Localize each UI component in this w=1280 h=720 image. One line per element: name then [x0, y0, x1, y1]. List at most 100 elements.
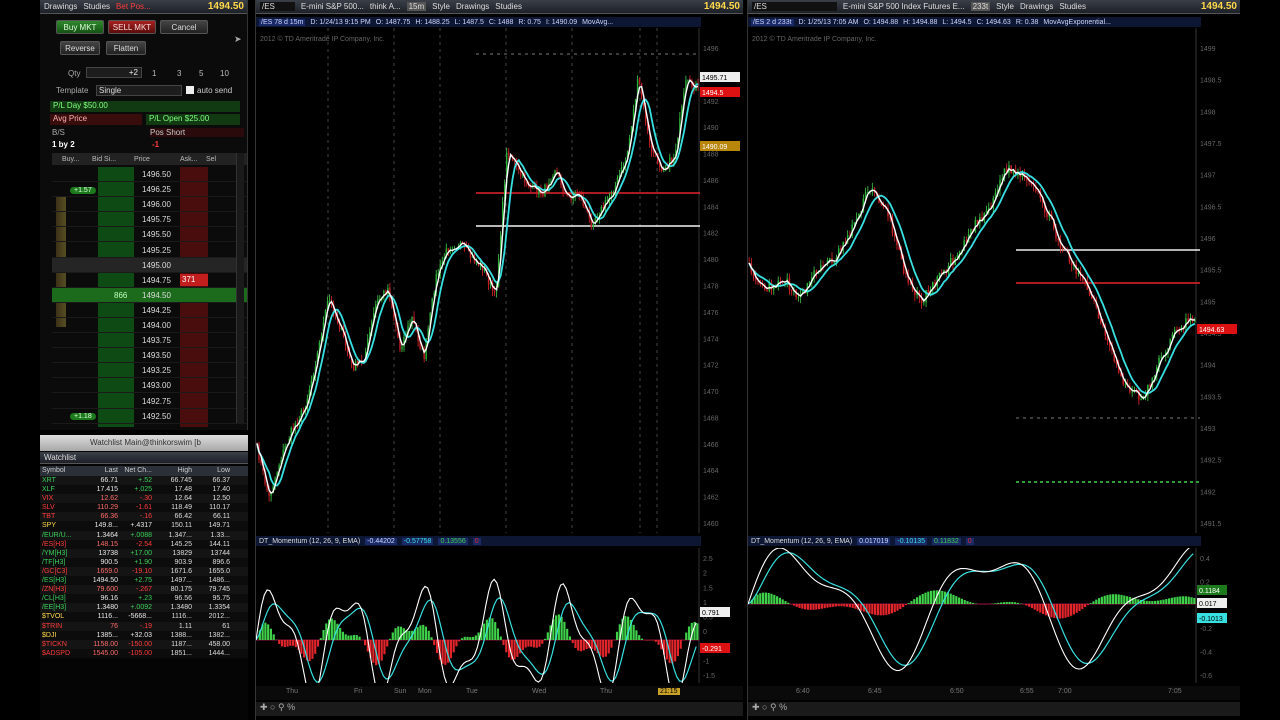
- auto-send-checkbox[interactable]: [186, 86, 194, 94]
- chart2-price-plot[interactable]: 1499 1498.5 1498 1497.5 1497 1496.5 1496 1495.5…: [748, 28, 1240, 533]
- histogram-bar: [1170, 597, 1173, 604]
- watchlist-row[interactable]: SPY 149.8... +.4317 150.11 149.71: [40, 521, 248, 531]
- ladder-row[interactable]: 1495.50: [52, 227, 247, 243]
- candle-body: [833, 262, 836, 264]
- study-axis-label: 0: [703, 629, 707, 636]
- ladder-row[interactable]: 1495.75: [52, 212, 247, 228]
- chart1-price-plot[interactable]: 1496149414921490148814861484148214801478…: [256, 28, 743, 533]
- chart1-momentum-plot[interactable]: 2.521.510.50-0.5-1-1.50.791-0.291: [256, 548, 743, 683]
- watchlist-row[interactable]: /ES[H3] 148.15 -2.54 145.25 144.11: [40, 539, 248, 549]
- watchlist-tab[interactable]: Watchlist: [44, 453, 76, 462]
- header-last[interactable]: Last: [84, 466, 118, 476]
- histogram-bar: [632, 624, 635, 640]
- qty-preset-3[interactable]: 3: [177, 69, 181, 78]
- header-net-change[interactable]: Net Ch...: [118, 466, 152, 476]
- ladder-row[interactable]: 1495.25: [52, 243, 247, 258]
- ladder-row[interactable]: 1494.50 866: [52, 287, 247, 303]
- chart2-aggregation[interactable]: 233t: [970, 2, 991, 11]
- header-symbol[interactable]: Symbol: [40, 466, 84, 476]
- chart2-studies-menu[interactable]: Studies: [1059, 2, 1086, 11]
- chart2-bottom-controls[interactable]: ✚ ○ ⚲ %: [748, 702, 1240, 716]
- watchlist-last: 1.3464: [96, 531, 118, 539]
- watchlist-row[interactable]: /ZN[H3] 79.600 -.267 80.175 79.745: [40, 585, 248, 595]
- histogram-bar: [1156, 600, 1159, 604]
- price-axis-label: 1490: [703, 125, 719, 132]
- chart1-symbol[interactable]: /ES: [260, 2, 295, 11]
- ladder-price: 1496.50: [142, 170, 171, 179]
- ladder-row[interactable]: 1494.25: [52, 303, 247, 318]
- watchlist-row[interactable]: $TRIN 76 -.19 1.11 61: [40, 621, 248, 631]
- histogram-bar: [330, 618, 333, 640]
- qty-preset-10[interactable]: 10: [220, 69, 229, 78]
- template-label: Template: [56, 86, 89, 95]
- header-low[interactable]: Low: [192, 466, 230, 476]
- qty-preset-5[interactable]: 5: [199, 69, 203, 78]
- chart1-aggregation[interactable]: 15m: [406, 2, 427, 11]
- histogram-bar: [1067, 604, 1070, 617]
- watchlist-row[interactable]: $ADSPD 1545.00 -105.00 1851... 1444...: [40, 648, 248, 658]
- ladder-row[interactable]: 1495.00: [52, 257, 247, 273]
- watchlist-row[interactable]: /YM[H3] 13738 +17.00 13829 13744: [40, 548, 248, 558]
- ladder-row[interactable]: 1493.00: [52, 378, 247, 394]
- watchlist-row[interactable]: TBT 66.36 -.16 66.42 66.11: [40, 512, 248, 522]
- chart1-style-menu[interactable]: Style: [432, 2, 450, 11]
- chart1-studies-menu[interactable]: Studies: [495, 2, 522, 11]
- template-select[interactable]: Single: [96, 85, 182, 96]
- studies-menu[interactable]: Studies: [83, 2, 110, 11]
- watchlist-row[interactable]: $DJI 1385... +32.03 1388... 1382...: [40, 630, 248, 640]
- order-tag-buy-top[interactable]: +1.57: [70, 187, 96, 194]
- watchlist-row[interactable]: VIX 12.62 -.30 12.64 12.50: [40, 494, 248, 504]
- last-price: 1494.50: [207, 1, 244, 12]
- chart1-think[interactable]: think A...: [370, 2, 401, 11]
- price-axis-label: 1480: [703, 257, 719, 264]
- chart2-momentum-plot[interactable]: 0.40.20-0.2-0.4-0.60.11840.017-0.1013: [748, 548, 1240, 683]
- watchlist-low: 144.11: [209, 540, 230, 548]
- header-high[interactable]: High: [152, 466, 192, 476]
- flatten-button[interactable]: Flatten: [106, 41, 146, 55]
- ladder-row[interactable]: 1492.75: [52, 394, 247, 409]
- chart1-tab[interactable]: E-mini S&P 500...: [301, 2, 364, 11]
- ladder-scrollbar[interactable]: [236, 153, 244, 423]
- watchlist-row[interactable]: /GC[C3] 1659.0 -19.10 1671.6 1655.0: [40, 566, 248, 577]
- ladder-row[interactable]: 1493.75: [52, 333, 247, 349]
- candle-body: [652, 151, 655, 154]
- chart1-bottom-controls[interactable]: ✚ ○ ⚲ %: [256, 702, 743, 716]
- watchlist-row[interactable]: /CL[H3] 96.16 +.23 96.56 95.75: [40, 594, 248, 604]
- watchlist-row[interactable]: /EE[H3] 1.3480 +.0092 1.3480 1.3354: [40, 603, 248, 613]
- ladder-row[interactable]: 1493.25: [52, 363, 247, 379]
- histogram-bar: [762, 592, 765, 604]
- chart2-style-menu[interactable]: Style: [996, 2, 1014, 11]
- time-axis-label: 6:40: [796, 688, 810, 695]
- chart2-tab[interactable]: E-mini S&P 500 Index Futures E...: [843, 2, 965, 11]
- ladder-row[interactable]: 1496.50: [52, 167, 247, 182]
- watchlist-row[interactable]: XLF 17.415 +.025 17.48 17.40: [40, 485, 248, 495]
- watchlist-row[interactable]: /ES[H3] 1494.50 +2.75 1497... 1486...: [40, 576, 248, 586]
- ladder-row[interactable]: 1496.00: [52, 197, 247, 213]
- qty-preset-1[interactable]: 1: [152, 69, 156, 78]
- reverse-button[interactable]: Reverse: [60, 41, 100, 55]
- pin-icon[interactable]: ➤: [234, 34, 242, 45]
- watchlist-row[interactable]: SLV 110.29 -1.61 118.49 110.17: [40, 503, 248, 513]
- histogram-bar: [316, 640, 320, 647]
- ladder-row[interactable]: 1493.50: [52, 348, 247, 364]
- watchlist-row[interactable]: $TICKN 1158.00 -150.00 1187... 458.00: [40, 639, 248, 649]
- buy-market-button[interactable]: Buy MKT: [56, 20, 104, 34]
- qty-input[interactable]: +2: [86, 67, 142, 78]
- histogram-bar: [899, 604, 902, 609]
- cancel-button[interactable]: Cancel: [160, 20, 208, 34]
- sell-market-button[interactable]: SELL MKT: [108, 20, 156, 34]
- order-tag-buy-bottom[interactable]: +1.18: [70, 413, 96, 420]
- drawings-menu[interactable]: Drawings: [44, 2, 77, 11]
- ladder-row[interactable]: 1494.00: [52, 318, 247, 333]
- watchlist-row[interactable]: XRT 66.71 +.52 66.745 66.37: [40, 476, 248, 486]
- watchlist-row[interactable]: /TF[H3] 900.5 +1.90 903.9 896.6: [40, 557, 248, 567]
- ladder-row[interactable]: 1494.75 371: [52, 273, 247, 288]
- candle-body: [356, 361, 359, 363]
- chart2-drawings-menu[interactable]: Drawings: [1020, 2, 1053, 11]
- histogram-bar: [1030, 604, 1033, 609]
- watchlist-row[interactable]: $TVOL 1116... -5668... 1116... 2012...: [40, 612, 248, 622]
- chart2-symbol[interactable]: /ES: [752, 2, 837, 11]
- watchlist-symbol: VIX: [42, 495, 54, 503]
- chart1-drawings-menu[interactable]: Drawings: [456, 2, 489, 11]
- watchlist-row[interactable]: /EUR/U... 1.3464 +.0088 1.347... 1.33...: [40, 530, 248, 540]
